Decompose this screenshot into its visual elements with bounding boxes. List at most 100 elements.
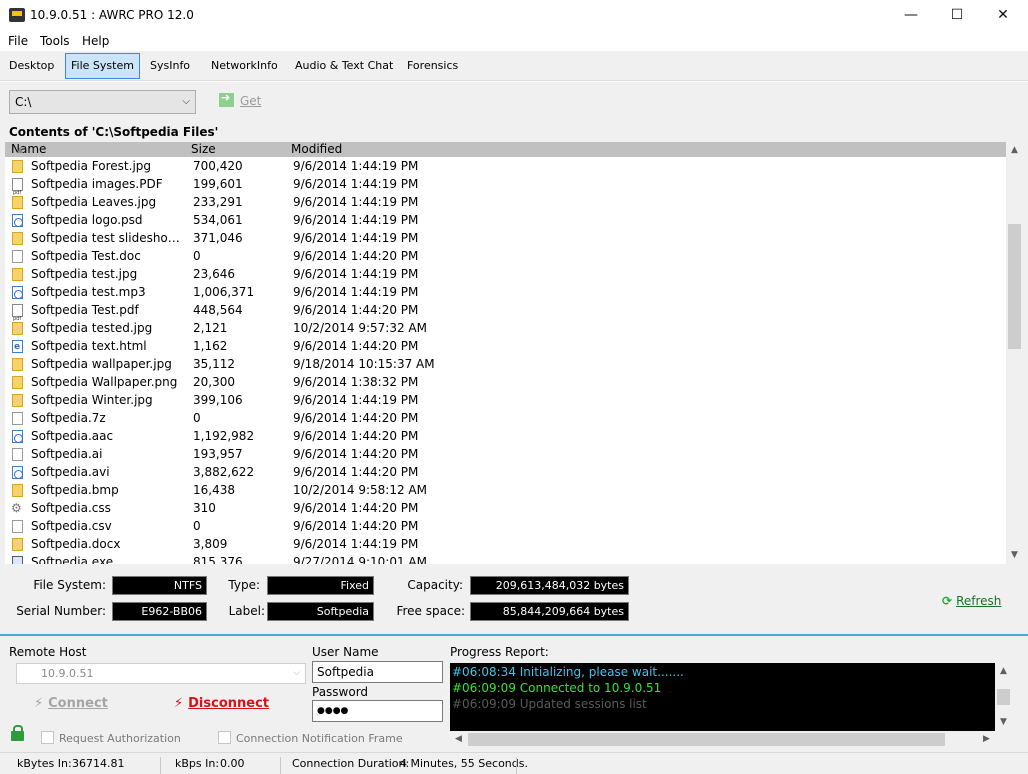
tab-sysinfo[interactable]: SysInfo [145, 53, 195, 79]
exe-file-icon [12, 556, 23, 564]
file-row[interactable]: Softpedia images.PDF 199,601 9/6/2014 1:44… [5, 175, 1006, 202]
file-row[interactable]: Softpedia test.mp3 1,006,371 9/6/2014 1:44… [5, 283, 1006, 301]
scroll-up-icon[interactable]: ▲ [1006, 142, 1023, 159]
file-modified: 9/6/2014 1:44:19 PM [293, 231, 419, 245]
file-modified: 9/6/2014 1:44:19 PM [293, 267, 419, 281]
file-row[interactable]: Softpedia.ai 193,957 9/6/2014 1:44:20 PM [5, 445, 1006, 463]
file-row[interactable]: Softpedia Wallpaper.png 20,300 9/6/2014 1:… [5, 373, 1006, 391]
close-button[interactable]: ✕ [980, 0, 1026, 31]
capacity-label: Capacity: [407, 578, 463, 592]
maximize-button[interactable]: ☐ [934, 0, 980, 31]
scrollbar-thumb[interactable] [1008, 224, 1021, 349]
free-space-value: 85,844,209,664 bytes [470, 602, 629, 621]
file-name: Softpedia.7z [31, 411, 106, 425]
scroll-down-icon[interactable]: ▼ [1006, 547, 1023, 564]
checkbox-box[interactable] [218, 731, 231, 744]
tab-file-system[interactable]: File System [65, 53, 140, 79]
file-row[interactable]: Softpedia.7z 0 9/6/2014 1:44:20 PM [5, 409, 1006, 427]
status-separator [280, 757, 281, 774]
file-row[interactable]: Softpedia text.html 1,162 9/6/2014 1:44:20… [5, 337, 1006, 356]
connect-button[interactable]: ⚡ Connect [34, 696, 108, 711]
file-name: Softpedia.ai [31, 447, 103, 461]
tab-forensics[interactable]: Forensics [402, 53, 463, 79]
remote-host-select[interactable]: 10.9.0.51 ⌵ [16, 663, 306, 684]
connection-duration-value: 4 Minutes, 55 Seconds. [400, 757, 528, 770]
app-logo-icon [9, 8, 25, 22]
scrollbar-thumb[interactable] [468, 733, 945, 746]
volume-label-value: Softpedia [267, 602, 374, 621]
file-row[interactable]: Softpedia Test.pdf 448,564 9/6/2014 1:44:2… [5, 301, 1006, 328]
file-row[interactable]: Softpedia Winter.jpg 399,106 9/6/2014 1:44… [5, 391, 1006, 409]
file-size: 0 [193, 519, 201, 533]
checkbox-box[interactable] [41, 731, 54, 744]
refresh-button-label: Refresh [956, 594, 1002, 608]
progress-vertical-scrollbar[interactable]: ▲ ▼ [995, 663, 1012, 731]
progress-log-line: #06:09:09 Updated sessions list [452, 697, 647, 711]
file-row[interactable]: Softpedia.avi 3,882,622 9/6/2014 1:44:20 P… [5, 463, 1006, 481]
file-row[interactable]: Softpedia Forest.jpg 700,420 9/6/2014 1:44… [5, 157, 1006, 175]
document-file-icon [12, 250, 23, 263]
file-row[interactable]: Softpedia.css 310 9/6/2014 1:44:20 PM [5, 499, 1006, 517]
file-size: 3,882,622 [193, 465, 255, 479]
disconnect-button[interactable]: ⚡ Disconnect [174, 696, 269, 711]
file-row[interactable]: Softpedia Leaves.jpg 233,291 9/6/2014 1:44… [5, 193, 1006, 211]
tab-audio-text-chat[interactable]: Audio & Text Chat [290, 53, 398, 79]
file-size: 1,162 [193, 339, 228, 353]
file-name: Softpedia text.html [31, 339, 147, 353]
drive-select[interactable]: C:\ ⌵ [9, 90, 196, 114]
refresh-button[interactable]: ⟳ Refresh [942, 594, 1001, 608]
file-size: 1,006,371 [193, 285, 255, 299]
file-modified: 9/6/2014 1:44:20 PM [293, 249, 419, 263]
file-modified: 9/6/2014 1:44:19 PM [293, 195, 419, 209]
tab-desktop[interactable]: Desktop [4, 53, 59, 79]
disconnect-button-label: Disconnect [188, 696, 270, 711]
menu-file[interactable]: File [8, 34, 28, 48]
file-row[interactable]: Softpedia tested.jpg 2,121 10/2/2014 9:57:… [5, 319, 1006, 337]
file-size: 23,646 [193, 267, 235, 281]
file-row[interactable]: Softpedia.exe 815,376 9/27/2014 9:10:01 AM [5, 553, 1006, 564]
gear-file-icon [11, 499, 23, 517]
tab-networkinfo[interactable]: NetworkInfo [206, 53, 283, 79]
file-modified: 9/6/2014 1:44:19 PM [293, 393, 419, 407]
file-row[interactable]: Softpedia.aac 1,192,982 9/6/2014 1:44:20 P… [5, 427, 1006, 445]
menu-help[interactable]: Help [82, 34, 109, 48]
file-row[interactable]: Softpedia wallpaper.jpg 35,112 9/18/2014 1… [5, 355, 1006, 373]
file-row[interactable]: Softpedia Test.doc 0 9/6/2014 1:44:20 PM [5, 247, 1006, 265]
password-input[interactable]: ●●●● [312, 700, 443, 722]
request-authorization-checkbox[interactable]: Request Authorization [41, 731, 181, 745]
file-list-scrollbar[interactable]: ▲ ▼ [1006, 142, 1023, 564]
file-row[interactable]: Softpedia logo.psd 534,061 9/6/2014 1:44:1… [5, 211, 1006, 229]
scrollbar-thumb[interactable] [997, 689, 1010, 705]
scroll-down-icon[interactable]: ▼ [995, 714, 1012, 731]
file-name: Softpedia test slidesho… [31, 231, 180, 245]
minimize-button[interactable]: — [888, 0, 934, 31]
file-row[interactable]: Softpedia.csv 0 9/6/2014 1:44:20 PM [5, 517, 1006, 535]
file-row[interactable]: Softpedia.docx 3,809 9/6/2014 1:44:19 PM [5, 535, 1006, 553]
file-name: Softpedia images.PDF [31, 177, 163, 191]
file-size: 310 [193, 501, 216, 515]
progress-horizontal-scrollbar[interactable]: ◀ ▶ [450, 731, 995, 748]
file-row[interactable]: Softpedia test.jpg 23,646 9/6/2014 1:44:19… [5, 265, 1006, 283]
progress-log-line: #06:08:34 Initializing, please wait.....… [452, 665, 684, 679]
get-button[interactable]: Get [219, 91, 261, 111]
scroll-right-icon[interactable]: ▶ [978, 731, 995, 748]
scroll-up-icon[interactable]: ▲ [995, 663, 1012, 680]
file-size: 2,121 [193, 321, 228, 335]
document-file-icon [12, 448, 23, 461]
user-name-input[interactable]: Softpedia [312, 661, 443, 683]
connection-notification-label: Connection Notification Frame [236, 732, 403, 745]
contents-title: Contents of 'C:\Softpedia Files' [9, 125, 219, 139]
column-header-modified[interactable]: Modified [291, 142, 342, 157]
image-file-icon [12, 484, 23, 497]
file-row[interactable]: Softpedia test slidesho… 371,046 9/6/2014 … [5, 229, 1006, 247]
menu-tools[interactable]: Tools [40, 34, 70, 48]
type-label: Type: [228, 578, 260, 592]
scroll-left-icon[interactable]: ◀ [450, 731, 467, 748]
chevron-down-icon: ⌵ [293, 668, 300, 678]
file-modified: 9/27/2014 9:10:01 AM [293, 555, 427, 564]
file-size: 399,106 [193, 393, 243, 407]
column-header-size[interactable]: Size [191, 142, 216, 157]
file-size: 233,291 [193, 195, 243, 209]
file-row[interactable]: Softpedia.bmp 16,438 10/2/2014 9:58:12 AM [5, 481, 1006, 499]
connection-notification-checkbox[interactable]: Connection Notification Frame [218, 731, 403, 745]
